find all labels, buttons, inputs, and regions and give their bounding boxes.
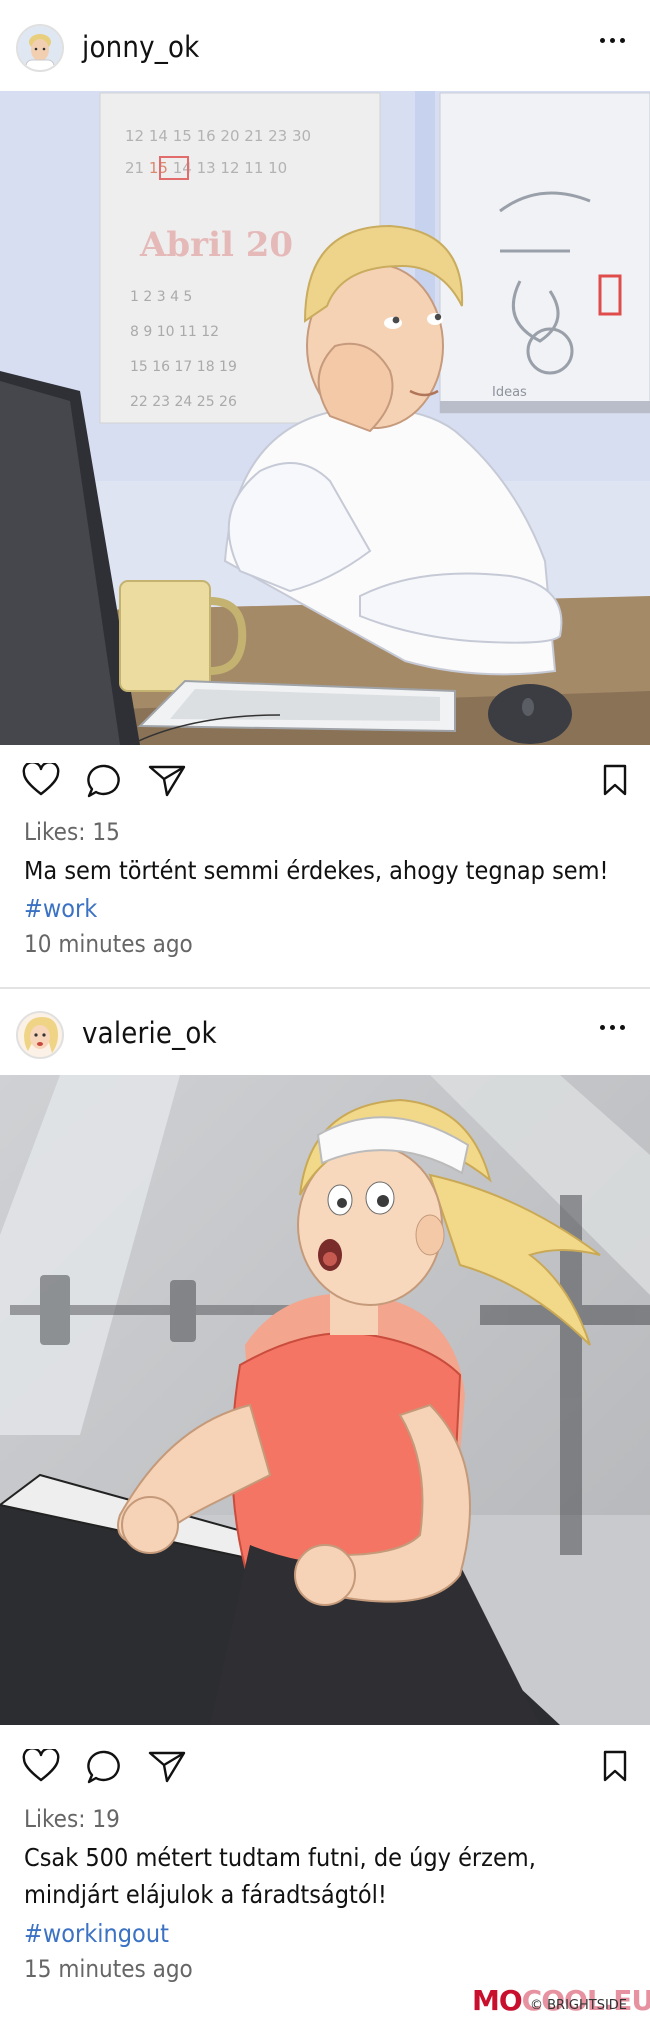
post-header: jonny_ok	[0, 0, 650, 91]
comment-icon[interactable]	[86, 1749, 124, 1785]
svg-text:8 9 10 11 12: 8 9 10 11 12	[130, 324, 219, 340]
watermark: MOCOOL.EU © BRIGHTSIDE	[472, 1984, 650, 2018]
svg-text:1 2 3 4 5: 1 2 3 4 5	[130, 289, 192, 305]
post-valerie: valerie_ok Likes: 19 Csak 500 métert tud…	[0, 989, 650, 2024]
username[interactable]: valerie_ok	[82, 1016, 217, 1050]
calendar-month: Abril 20	[139, 225, 293, 265]
svg-text:21 15 14 13 12 11 10: 21 15 14 13 12 11 10	[125, 159, 287, 177]
avatar[interactable]	[16, 1011, 64, 1059]
post-jonny: jonny_ok 12 14 15 16 20 21 23 30 21 15 1…	[0, 0, 650, 987]
computer-mouse	[488, 684, 572, 744]
likes-count: Likes: 19	[24, 1805, 120, 1833]
avatar[interactable]	[16, 24, 64, 72]
more-options-icon[interactable]	[598, 1017, 628, 1037]
share-icon[interactable]	[148, 763, 186, 797]
comment-icon[interactable]	[86, 763, 124, 799]
svg-text:15 16 17 18 19: 15 16 17 18 19	[130, 359, 237, 375]
more-options-icon[interactable]	[598, 30, 628, 50]
username[interactable]: jonny_ok	[82, 30, 199, 64]
post-timestamp: 15 minutes ago	[24, 1955, 193, 1983]
svg-text:22 23 24 25 26: 22 23 24 25 26	[130, 394, 237, 410]
post-image	[0, 1075, 650, 1725]
hashtag-link[interactable]: #workingout	[24, 1919, 169, 1948]
post-caption: Ma sem történt semmi érdekes, ahogy tegn…	[24, 856, 609, 885]
post-caption: Csak 500 métert tudtam futni, de úgy érz…	[24, 1843, 536, 1909]
heart-icon[interactable]	[22, 763, 60, 797]
share-icon[interactable]	[148, 1749, 186, 1783]
post-image: 12 14 15 16 20 21 23 30 21 15 14 13 12 1…	[0, 91, 650, 745]
bookmark-icon[interactable]	[602, 763, 628, 797]
watermark-credit: © BRIGHTSIDE	[530, 1998, 628, 2013]
heart-icon[interactable]	[22, 1749, 60, 1783]
calendar-numbers: 12 14 15 16 20 21 23 30	[125, 127, 311, 145]
keyboard	[137, 679, 456, 733]
whiteboard: Ideas	[439, 92, 650, 414]
post-timestamp: 10 minutes ago	[24, 930, 193, 958]
post-header: valerie_ok	[0, 989, 650, 1080]
bookmark-icon[interactable]	[602, 1749, 628, 1783]
post-actions	[0, 745, 650, 821]
board-note: Ideas	[492, 385, 527, 400]
post-actions	[0, 1725, 650, 1805]
likes-count: Likes: 15	[24, 818, 120, 846]
hashtag-link[interactable]: #work	[24, 894, 97, 923]
